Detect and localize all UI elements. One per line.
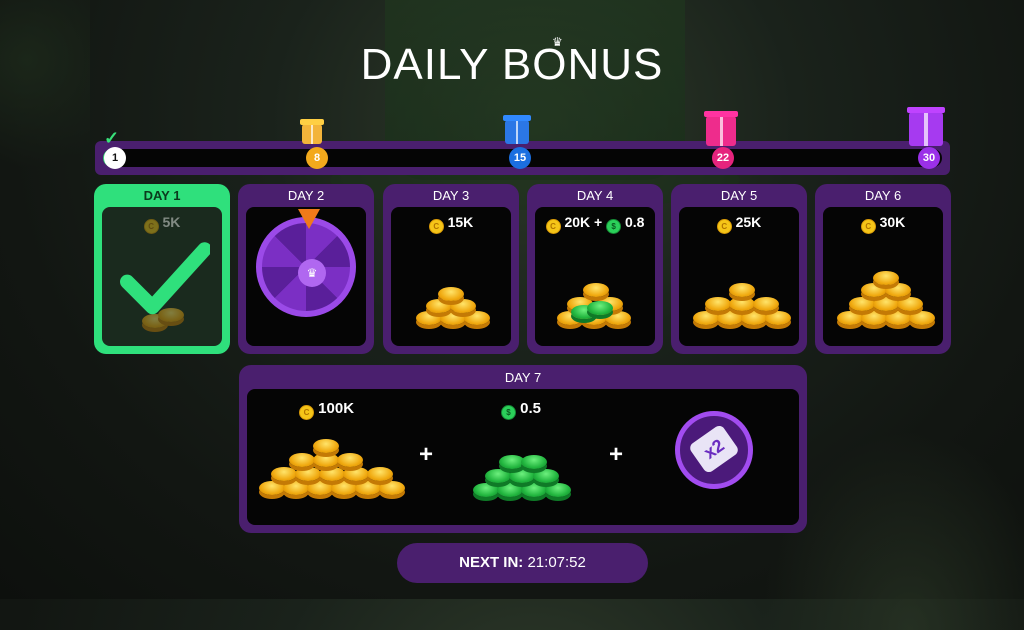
milestone-22[interactable]: 22	[712, 147, 734, 169]
day-card-body: C 25K	[679, 207, 799, 346]
wheel-pointer-icon	[298, 209, 320, 229]
reward-cash-value: 0.8	[624, 214, 645, 230]
cash-icon: $	[501, 405, 516, 420]
next-label: NEXT IN:	[459, 554, 524, 571]
gift-icon	[505, 120, 529, 144]
day-card-5[interactable]: DAY 5 C 25K	[671, 184, 807, 354]
day-label: DAY 1	[143, 188, 181, 203]
countdown-time: 21:07:52	[527, 554, 586, 571]
plus-sign: +	[594, 214, 603, 230]
coin-icon: C	[545, 219, 561, 234]
reward-value: 30K	[879, 214, 906, 230]
coin-icon: C	[860, 219, 876, 234]
plus-sign: +	[419, 441, 434, 468]
day-card-2[interactable]: DAY 2 ♛	[238, 184, 374, 354]
coin-icon: C	[299, 405, 314, 420]
day-card-body: C 15K	[391, 207, 511, 346]
reward-coins-value: 100K	[318, 400, 355, 417]
reward-value: 25K	[735, 214, 762, 230]
milestone-1: 1	[104, 147, 126, 169]
page-title: DAILY BONUS	[360, 40, 664, 89]
reward-cash: $ 0.5	[501, 400, 541, 420]
reward-coins: C 100K	[299, 400, 354, 420]
coin-icon: C	[428, 219, 444, 234]
day-card-body: C 5K	[102, 207, 222, 346]
plus-sign: +	[609, 441, 624, 468]
reward-cash-value: 0.5	[520, 400, 542, 417]
reward-amount: C 5K	[102, 214, 222, 234]
crown-icon: ♛	[298, 259, 326, 287]
day-card-3[interactable]: DAY 3 C 15K	[383, 184, 519, 354]
gift-icon	[706, 116, 736, 146]
x2-multiplier-icon: x2	[675, 411, 753, 489]
day-card-body: C 100K + $ 0.5 + x2	[247, 389, 799, 525]
day-card-6[interactable]: DAY 6 C 30K	[815, 184, 951, 354]
bonus-wheel-icon: ♛	[256, 217, 356, 317]
coin-icon: C	[716, 219, 732, 234]
reward-value: 15K	[447, 214, 474, 230]
day-label: DAY 4	[576, 188, 614, 203]
gift-icon	[909, 112, 943, 146]
gift-icon	[302, 124, 322, 144]
reward-amount: C 30K	[823, 214, 943, 234]
cash-icon: $	[606, 219, 622, 234]
day-card-body: ♛	[246, 207, 366, 346]
milestone-30[interactable]: 30	[918, 147, 940, 169]
reward-amount: C 15K	[391, 214, 511, 234]
day-label: DAY 5	[720, 188, 758, 203]
day-card-4[interactable]: DAY 4 C 20K + $ 0.8	[527, 184, 663, 354]
day-label: DAY 7	[504, 370, 542, 385]
day-card-1[interactable]: DAY 1 C 5K	[94, 184, 230, 354]
day-label: DAY 6	[864, 188, 902, 203]
reward-amount: C 20K + $ 0.8	[535, 214, 655, 234]
background-foliage	[0, 0, 90, 200]
claimed-checkmark-icon	[120, 242, 210, 315]
day-label: DAY 2	[287, 188, 325, 203]
milestone-15[interactable]: 15	[509, 147, 531, 169]
day-card-body: C 20K + $ 0.8	[535, 207, 655, 346]
checkmark-icon: ✓	[104, 128, 120, 148]
coin-icon: C	[143, 219, 159, 234]
reward-value: 5K	[162, 214, 181, 230]
crown-icon: ♛	[552, 35, 563, 49]
reward-amount: C 25K	[679, 214, 799, 234]
day-card-body: C 30K	[823, 207, 943, 346]
reward-coins-value: 20K	[564, 214, 591, 230]
multiplier-tag: x2	[687, 423, 741, 475]
day-label: DAY 3	[432, 188, 470, 203]
next-bonus-timer: NEXT IN: 21:07:52	[397, 543, 648, 583]
day-card-7[interactable]: DAY 7 C 100K + $ 0.5 + x2	[239, 365, 807, 533]
milestone-8[interactable]: 8	[306, 147, 328, 169]
